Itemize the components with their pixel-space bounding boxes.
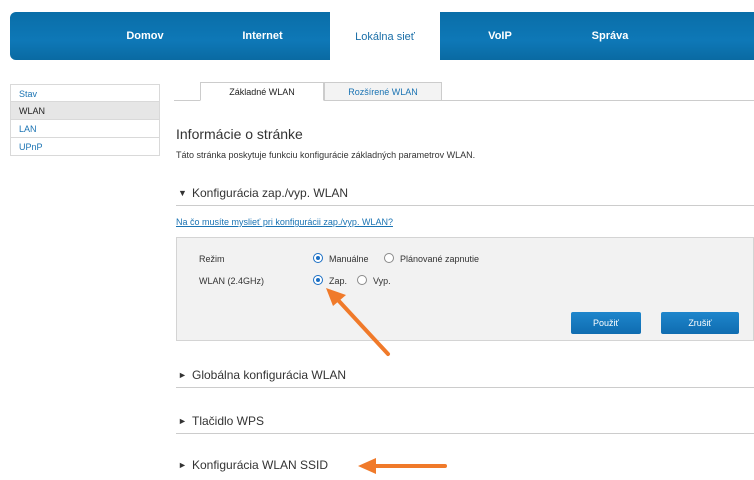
triangle-right-icon: ► bbox=[178, 416, 187, 426]
sidebar-item-lan[interactable]: LAN bbox=[10, 120, 160, 138]
tab-zakladne-wlan[interactable]: Základné WLAN bbox=[200, 82, 324, 101]
section-wlan-ssid[interactable]: ► Konfigurácia WLAN SSID bbox=[176, 456, 754, 478]
sidebar: Stav WLAN LAN UPnP bbox=[10, 84, 160, 156]
wlan-band-label: WLAN (2.4GHz) bbox=[199, 276, 265, 286]
apply-button[interactable]: Použiť bbox=[571, 312, 641, 334]
cancel-button[interactable]: Zrušiť bbox=[661, 312, 739, 334]
section-title: Globálna konfigurácia WLAN bbox=[192, 368, 347, 382]
page-description: Táto stránka poskytuje funkciu konfigurá… bbox=[176, 150, 476, 160]
wlan-on-label: Zap. bbox=[329, 276, 348, 286]
wlan-off-label: Vyp. bbox=[373, 276, 391, 286]
tab-rozsirene-wlan[interactable]: Rozšírené WLAN bbox=[324, 82, 442, 101]
wlan-off-radio[interactable] bbox=[357, 275, 367, 285]
mode-scheduled-radio[interactable] bbox=[384, 253, 394, 263]
sidebar-item-wlan[interactable]: WLAN bbox=[10, 102, 160, 120]
mode-manual-radio[interactable] bbox=[313, 253, 323, 263]
section-wps[interactable]: ► Tlačidlo WPS bbox=[176, 412, 754, 434]
top-navigation: Domov Internet Lokálna sieť VoIP Správa bbox=[10, 10, 754, 62]
nav-item-voip[interactable]: VoIP bbox=[450, 12, 550, 60]
sidebar-item-stav[interactable]: Stav bbox=[10, 84, 160, 102]
mode-scheduled-label: Plánované zapnutie bbox=[400, 254, 480, 264]
mode-label: Režim bbox=[199, 254, 225, 264]
nav-item-sprava[interactable]: Správa bbox=[560, 12, 660, 60]
wlan-config-panel: Režim Manuálne Plánované zapnutie WLAN (… bbox=[176, 237, 754, 341]
nav-item-internet[interactable]: Internet bbox=[210, 12, 315, 60]
triangle-down-icon: ▼ bbox=[178, 188, 187, 198]
help-link[interactable]: Na čo musíte myslieť pri konfigurácii za… bbox=[176, 217, 393, 227]
triangle-right-icon: ► bbox=[178, 460, 187, 470]
sidebar-item-upnp[interactable]: UPnP bbox=[10, 138, 160, 156]
nav-item-domov[interactable]: Domov bbox=[100, 12, 190, 60]
section-title: Konfigurácia zap./vyp. WLAN bbox=[192, 186, 349, 200]
nav-item-lokalna-siet[interactable]: Lokálna sieť bbox=[330, 10, 440, 62]
section-global-wlan[interactable]: ► Globálna konfigurácia WLAN bbox=[176, 366, 754, 388]
mode-manual-label: Manuálne bbox=[329, 254, 369, 264]
triangle-right-icon: ► bbox=[178, 370, 187, 380]
section-title: Konfigurácia WLAN SSID bbox=[192, 458, 329, 472]
section-title: Tlačidlo WPS bbox=[192, 414, 265, 428]
section-wlan-toggle[interactable]: ▼ Konfigurácia zap./vyp. WLAN bbox=[176, 184, 754, 206]
page-title: Informácie o stránke bbox=[176, 126, 303, 142]
wlan-on-radio[interactable] bbox=[313, 275, 323, 285]
